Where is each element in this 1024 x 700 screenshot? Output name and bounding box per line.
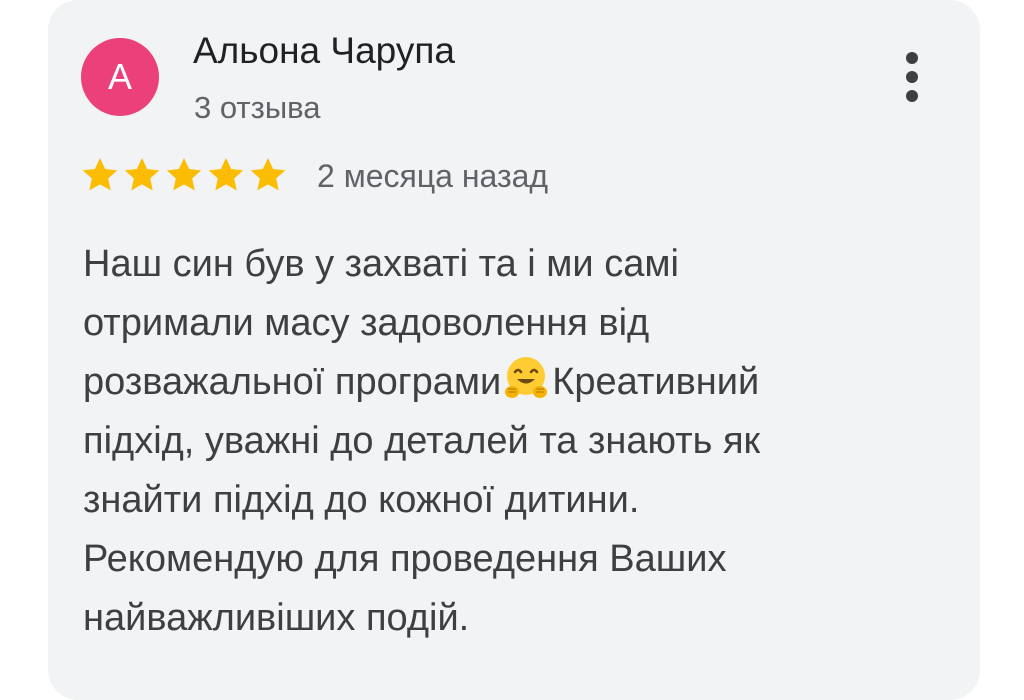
- review-line-part: розважальної програми: [83, 361, 502, 403]
- avatar[interactable]: А: [81, 38, 159, 116]
- reviewer-name[interactable]: Альона Чарупа: [193, 30, 455, 72]
- menu-dot: [906, 52, 918, 64]
- star-icon: [208, 158, 244, 191]
- star-icon: [82, 158, 118, 191]
- star-icon: [166, 158, 202, 191]
- review-date: 2 месяца назад: [317, 158, 549, 194]
- star-icon: [250, 158, 286, 191]
- star-icon: [124, 158, 160, 191]
- review-line: отримали масу задоволення від: [83, 302, 650, 344]
- review-line: розважальної програми Креативний: [83, 353, 943, 412]
- review-line: Наш син був у захваті та і ми самі: [83, 243, 679, 285]
- star-rating: [80, 155, 290, 195]
- review-line-part: Креативний: [552, 361, 760, 403]
- review-line: Рекомендую для проведення Ваших: [83, 538, 727, 580]
- review-line: найважливіших подій.: [83, 597, 470, 639]
- review-line: знайти підхід до кожної дитини.: [83, 479, 640, 521]
- hugging-face-emoji-icon: [505, 357, 548, 398]
- review-line: підхід, уважні до деталей та знають як: [83, 420, 761, 462]
- menu-dot: [906, 71, 918, 83]
- more-vert-icon[interactable]: [897, 52, 927, 102]
- menu-dot: [906, 90, 918, 102]
- reviews-count[interactable]: 3 отзыва: [194, 90, 320, 126]
- review-text: Наш син був у захваті та і ми самі отрим…: [83, 235, 943, 648]
